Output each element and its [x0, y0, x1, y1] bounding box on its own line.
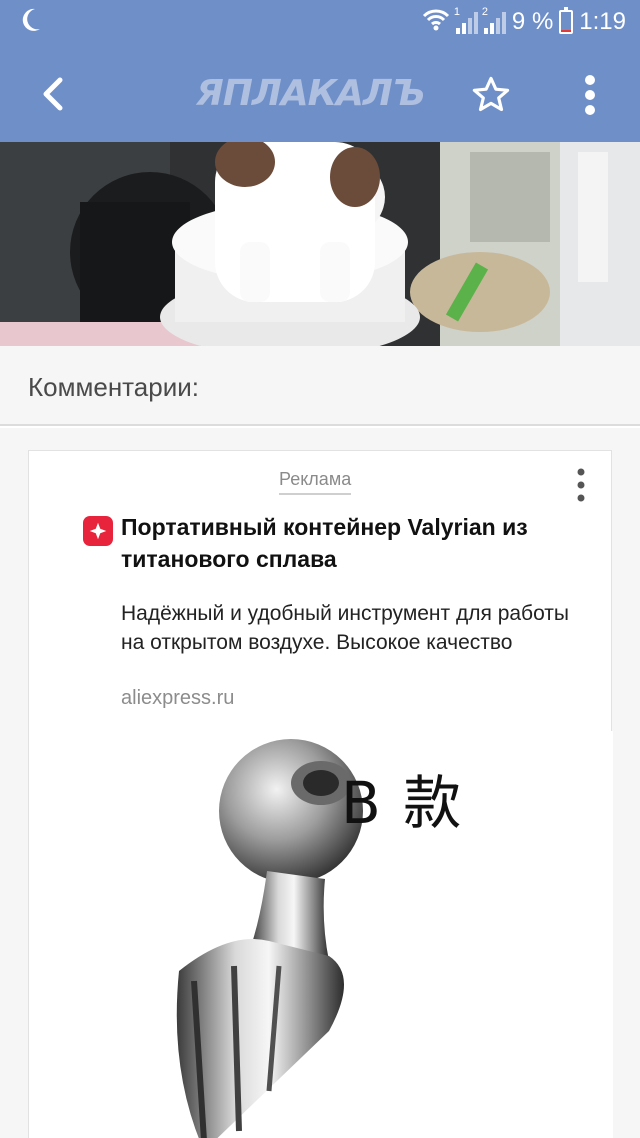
sim2-label: 2	[481, 6, 489, 18]
ad-card[interactable]: Реклама Портативный контейнер Valyrian и…	[28, 450, 613, 1138]
more-vert-icon	[585, 75, 595, 115]
battery-percent: 9 %	[511, 8, 554, 35]
ad-product-image[interactable]	[29, 731, 613, 1138]
wifi-icon	[422, 8, 450, 37]
back-button[interactable]	[30, 72, 74, 116]
status-bar: 1 2 9 % 1:19	[0, 0, 640, 44]
ad-more-button[interactable]	[569, 465, 593, 505]
moon-icon	[20, 7, 42, 38]
more-vert-icon	[577, 468, 585, 502]
battery-icon	[559, 7, 574, 34]
ad-label: Реклама	[279, 469, 352, 495]
ad-area: Реклама Портативный контейнер Valyrian и…	[0, 428, 640, 1138]
more-options-button[interactable]	[570, 70, 610, 120]
back-arrow-icon	[43, 77, 63, 111]
signal-icon: 2	[482, 6, 506, 34]
star-icon	[472, 76, 510, 112]
clock: 1:19	[579, 8, 626, 35]
ad-domain[interactable]: aliexpress.ru	[121, 687, 234, 710]
favorite-button[interactable]	[466, 70, 516, 120]
post-image[interactable]	[0, 142, 640, 346]
ad-description: Надёжный и удобный инструмент для работы…	[121, 602, 570, 654]
app-logo[interactable]: ЯПЛАКАЛЪ	[196, 70, 446, 116]
app-bar: ЯПЛАКАЛЪ	[0, 44, 640, 142]
signal-icon: 1	[454, 6, 478, 34]
ad-image-caption: B 款	[341, 769, 464, 837]
aliexpress-logo-icon	[83, 516, 113, 546]
comments-title: Комментарии:	[28, 372, 199, 402]
comments-header: Комментарии:	[0, 346, 640, 426]
ad-title[interactable]: Портативный контейнер Valyrian из титано…	[121, 511, 591, 575]
sim1-label: 1	[453, 6, 461, 18]
